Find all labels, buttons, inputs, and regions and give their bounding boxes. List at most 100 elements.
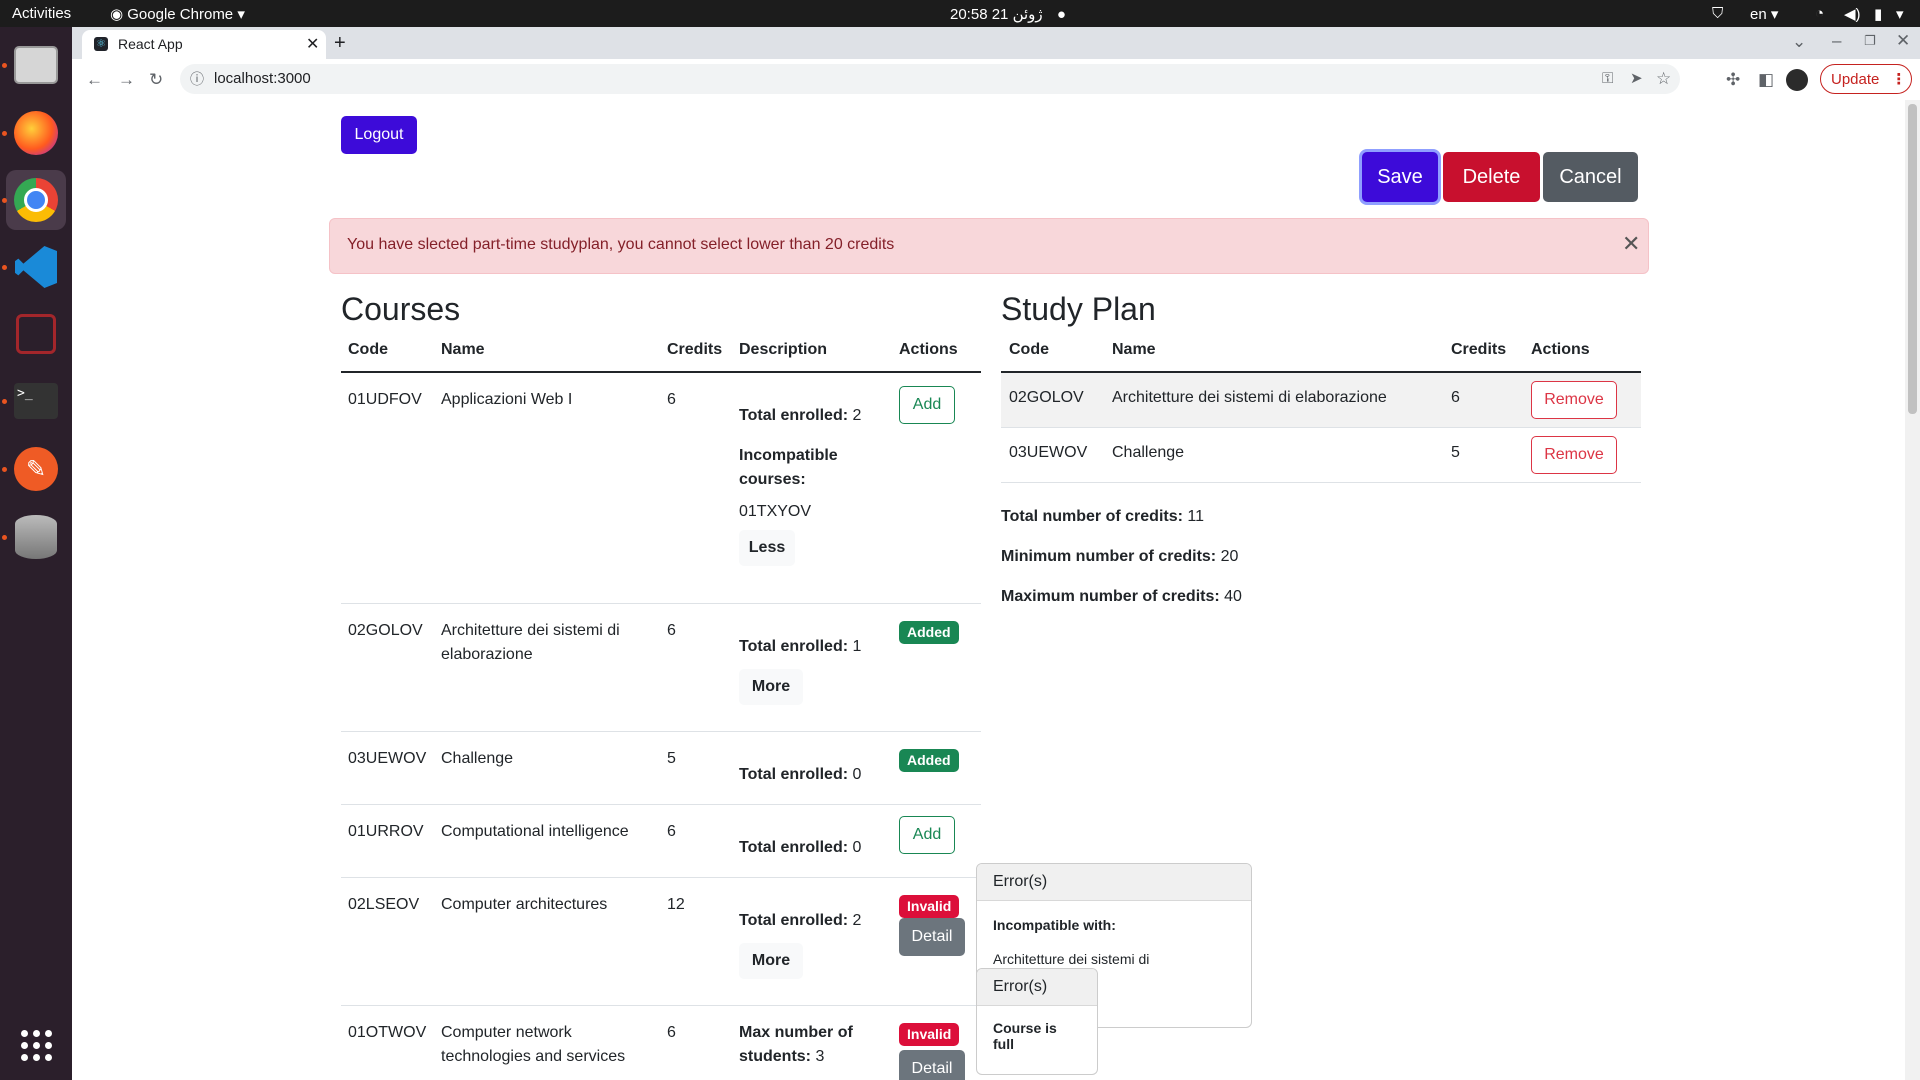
less-button[interactable]: Less [739, 530, 795, 566]
dock-vscode[interactable] [6, 237, 66, 297]
add-button[interactable]: Add [899, 386, 955, 424]
minimize-icon[interactable]: – [1832, 31, 1841, 51]
update-label: Update [1831, 70, 1880, 88]
red-app-icon [16, 314, 56, 354]
os-top-bar: Activities ◉ Google Chrome ▾ 20:58 ژوئن … [0, 0, 1920, 27]
study-plan-title: Study Plan [1001, 291, 1156, 327]
table-row: 02GOLOV Architetture dei sistemi di elab… [341, 604, 981, 731]
volume-icon[interactable]: ◀) [1844, 5, 1861, 23]
dock-running-dot [2, 63, 7, 68]
shield-status-icon[interactable]: ⛉ [1712, 5, 1723, 22]
language-label: en [1750, 6, 1767, 23]
save-button[interactable]: Save [1362, 152, 1438, 202]
enrolled-label: Total enrolled: [739, 766, 849, 783]
max-credits: Maximum number of credits: 40 [1001, 585, 1242, 609]
enrolled-label: Max number of students: [739, 1024, 853, 1065]
update-button[interactable]: Update ⋮ [1820, 64, 1912, 94]
added-badge: Added [899, 621, 959, 644]
dock-database[interactable] [6, 507, 66, 567]
show-apps-button[interactable] [6, 1015, 66, 1075]
back-icon[interactable]: ← [86, 70, 103, 90]
activities-button[interactable]: Activities [12, 5, 71, 22]
extensions-icon[interactable]: ✣ [1726, 70, 1740, 90]
course-credits: 6 [667, 823, 676, 840]
course-credits: 5 [667, 750, 676, 767]
alert-close-icon[interactable]: ✕ [1622, 231, 1640, 257]
added-badge: Added [899, 749, 959, 772]
window-close-icon[interactable]: ✕ [1896, 31, 1910, 51]
profile-avatar-icon[interactable] [1786, 69, 1808, 91]
forward-icon[interactable]: → [118, 70, 135, 90]
dock-files[interactable] [6, 35, 66, 95]
remove-button[interactable]: Remove [1531, 381, 1617, 419]
dock-running-dot [2, 198, 7, 203]
dock-postman[interactable]: ✎ [6, 439, 66, 499]
side-panel-icon[interactable]: ◧ [1758, 70, 1774, 90]
course-name: Computational intelligence [441, 823, 629, 840]
send-icon[interactable]: ➤ [1630, 69, 1643, 89]
power-menu-icon[interactable]: ▾ [1896, 5, 1904, 23]
dock-running-dot [2, 467, 7, 472]
col-description: Description [739, 341, 828, 358]
table-row: 01URROV Computational intelligence 6 Tot… [341, 805, 981, 877]
table-row: 02GOLOV Architetture dei sistemi di elab… [1001, 373, 1641, 428]
table-row: 03UEWOV Challenge 5 Remove [1001, 428, 1641, 483]
course-name: Computer network technologies and servic… [441, 1024, 626, 1065]
course-code: 02GOLOV [348, 622, 423, 639]
course-name: Challenge [441, 750, 514, 767]
course-code: 01UDFOV [348, 391, 422, 408]
popover-text: Architetture dei sistemi di [993, 951, 1150, 967]
courses-title: Courses [341, 291, 461, 328]
popover-title: Error(s) [977, 969, 1097, 1006]
site-info-icon[interactable]: ⓘ [190, 69, 204, 89]
dock-chrome[interactable] [6, 170, 66, 230]
detail-button[interactable]: Detail [899, 918, 965, 956]
delete-button[interactable]: Delete [1443, 152, 1540, 202]
col-code: Code [348, 341, 388, 358]
dock-firefox[interactable] [6, 103, 66, 163]
browser-tab[interactable]: ⚛ React App ✕ [82, 30, 326, 59]
min-credits-label: Minimum number of credits: [1001, 548, 1217, 565]
clock[interactable]: 20:58 ژوئن 21 ● [950, 5, 1066, 23]
cancel-button[interactable]: Cancel [1543, 152, 1638, 202]
logout-button[interactable]: Logout [341, 116, 417, 154]
dock-terminal[interactable]: >_ [6, 371, 66, 431]
maximize-icon[interactable]: ❐ [1864, 31, 1876, 51]
bookmark-star-icon[interactable]: ☆ [1656, 69, 1671, 89]
reload-icon[interactable]: ↻ [149, 70, 163, 90]
react-favicon-icon: ⚛ [94, 37, 108, 51]
error-popover: Error(s) Course is full [976, 968, 1098, 1075]
battery-icon[interactable]: ▮ [1874, 5, 1882, 23]
new-tab-icon[interactable]: + [334, 33, 346, 53]
firefox-icon [14, 111, 58, 155]
tab-close-icon[interactable]: ✕ [306, 34, 319, 54]
dock-red-app[interactable] [6, 304, 66, 364]
dock-running-dot [2, 265, 7, 270]
enrolled-label: Total enrolled: [739, 839, 849, 856]
postman-icon: ✎ [14, 447, 58, 491]
terminal-icon: >_ [14, 383, 58, 419]
page-scrollbar[interactable] [1905, 100, 1920, 1080]
scrollbar-thumb[interactable] [1908, 104, 1917, 414]
more-button[interactable]: More [739, 669, 803, 705]
language-indicator[interactable]: en ▾ [1750, 5, 1778, 23]
address-bar[interactable]: ⓘ localhost:3000 ⚿ ➤ ☆ [180, 64, 1680, 94]
course-code: 01OTWOV [348, 1024, 427, 1041]
remove-button[interactable]: Remove [1531, 436, 1617, 474]
popover-title: Error(s) [977, 864, 1251, 901]
plan-code: 03UEWOV [1009, 444, 1088, 461]
tab-search-icon[interactable]: ⌄ [1792, 32, 1806, 52]
app-menu[interactable]: ◉ Google Chrome ▾ [110, 5, 245, 23]
password-key-icon[interactable]: ⚿ [1602, 69, 1613, 89]
incompatible-code: 01TXYOV [739, 503, 812, 520]
detail-button[interactable]: Detail [899, 1050, 965, 1080]
wifi-icon[interactable]: ◔ [1815, 5, 1824, 22]
course-name: Architetture dei sistemi di elaborazione [441, 622, 620, 663]
enrolled-label: Total enrolled: [739, 638, 849, 655]
chrome-small-icon: ◉ [110, 6, 124, 23]
more-button[interactable]: More [739, 943, 803, 979]
add-button[interactable]: Add [899, 816, 955, 854]
enrolled-value: 3 [815, 1048, 825, 1065]
min-credits: Minimum number of credits: 20 [1001, 545, 1238, 569]
database-icon [15, 515, 57, 559]
